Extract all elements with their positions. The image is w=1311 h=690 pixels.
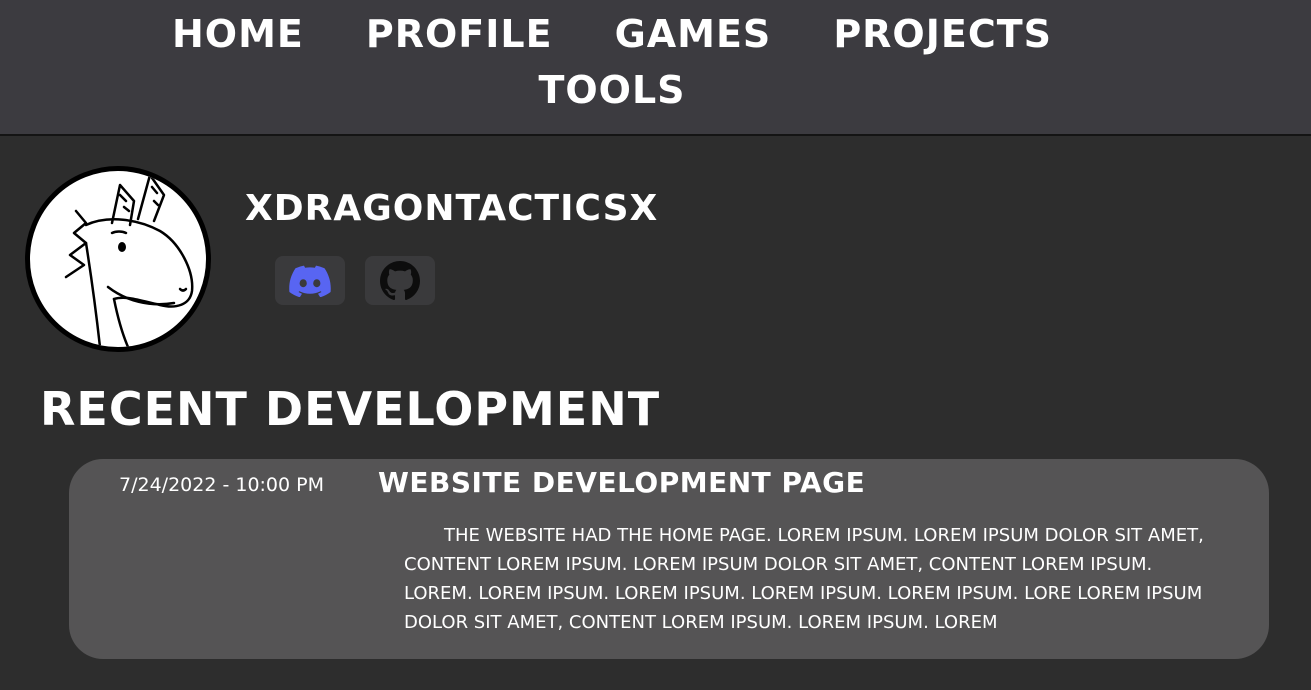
- nav-link-projects[interactable]: PROJECTS: [833, 8, 1052, 60]
- nav-link-games[interactable]: GAMES: [615, 8, 772, 60]
- entry-body: The website had the home page. Lorem ips…: [404, 525, 1204, 633]
- top-navigation: HOME PROFILE GAMES PROJECTS TOOLS: [0, 0, 1311, 136]
- username: XDRAGONTACTICSX: [245, 188, 659, 229]
- nav-link-home[interactable]: HOME: [172, 8, 304, 60]
- nav-link-tools[interactable]: TOOLS: [538, 64, 685, 116]
- github-link-button[interactable]: [365, 256, 435, 305]
- nav-row-primary: HOME PROFILE GAMES PROJECTS: [0, 8, 1224, 60]
- discord-icon: [289, 265, 331, 297]
- dev-entry-card: 7/24/2022 - 10:00 PM WEBSITE DEVELOPMENT…: [69, 459, 1269, 659]
- entry-title[interactable]: WEBSITE DEVELOPMENT PAGE: [378, 465, 865, 501]
- github-icon: [380, 260, 420, 300]
- entry-date: 7/24/2022 - 10:00 PM: [119, 474, 325, 496]
- discord-link-button[interactable]: [275, 256, 345, 305]
- avatar: [25, 166, 211, 352]
- nav-row-secondary: TOOLS: [0, 64, 1224, 116]
- nav-link-profile[interactable]: PROFILE: [366, 8, 553, 60]
- section-heading: RECENT DEVELOPMENT: [40, 382, 661, 436]
- dragon-avatar-icon: [64, 173, 194, 347]
